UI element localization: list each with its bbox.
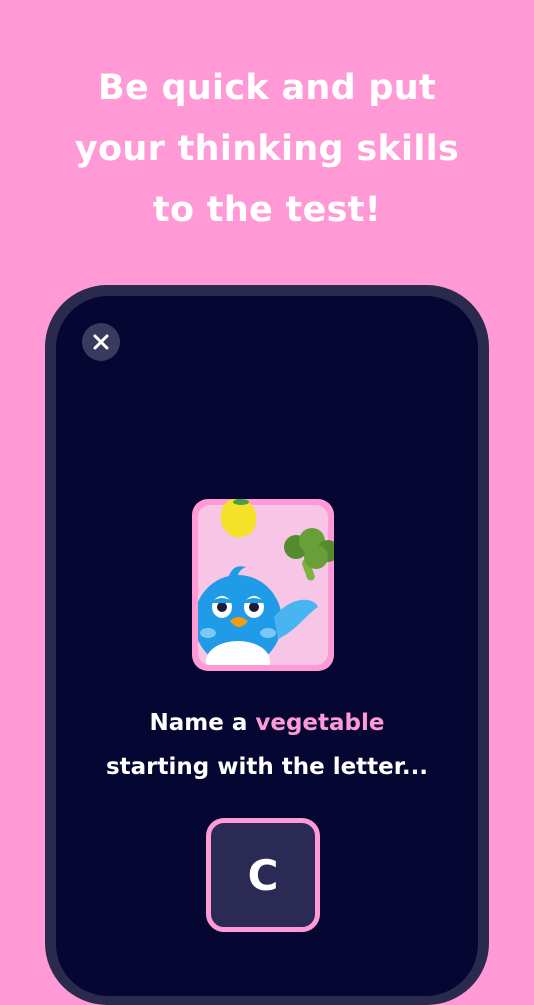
bird-with-vegetables-illustration <box>192 491 339 671</box>
prompt-category: vegetable <box>255 710 385 736</box>
letter-tile: C <box>206 818 320 932</box>
category-card <box>192 491 339 671</box>
prompt-line-2: starting with the letter... <box>105 754 429 780</box>
headline-line-2: your thinking skills <box>74 129 460 169</box>
prompt-line-1: Name a vegetable <box>56 701 478 745</box>
question-prompt: Name a vegetable starting with the lette… <box>56 701 478 789</box>
headline: Be quick and put your thinking skills to… <box>0 58 534 241</box>
prompt-prefix: Name a <box>149 710 256 736</box>
headline-line-3: to the test! <box>152 190 382 230</box>
headline-line-1: Be quick and put <box>97 68 437 108</box>
phone-screen: Name a vegetable starting with the lette… <box>56 296 478 996</box>
close-icon <box>93 334 109 350</box>
close-button[interactable] <box>82 323 120 361</box>
